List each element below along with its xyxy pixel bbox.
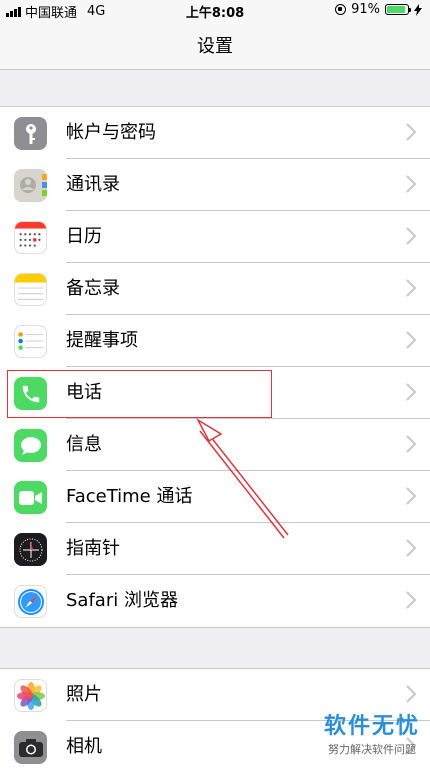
watermark-title: 软件无忧: [323, 714, 420, 739]
watermark: 软件无忧 努力解决软件问题: [324, 708, 420, 757]
annotation-arrow: [196, 417, 289, 539]
watermark-subtitle: 努力解决软件问题: [327, 743, 416, 756]
